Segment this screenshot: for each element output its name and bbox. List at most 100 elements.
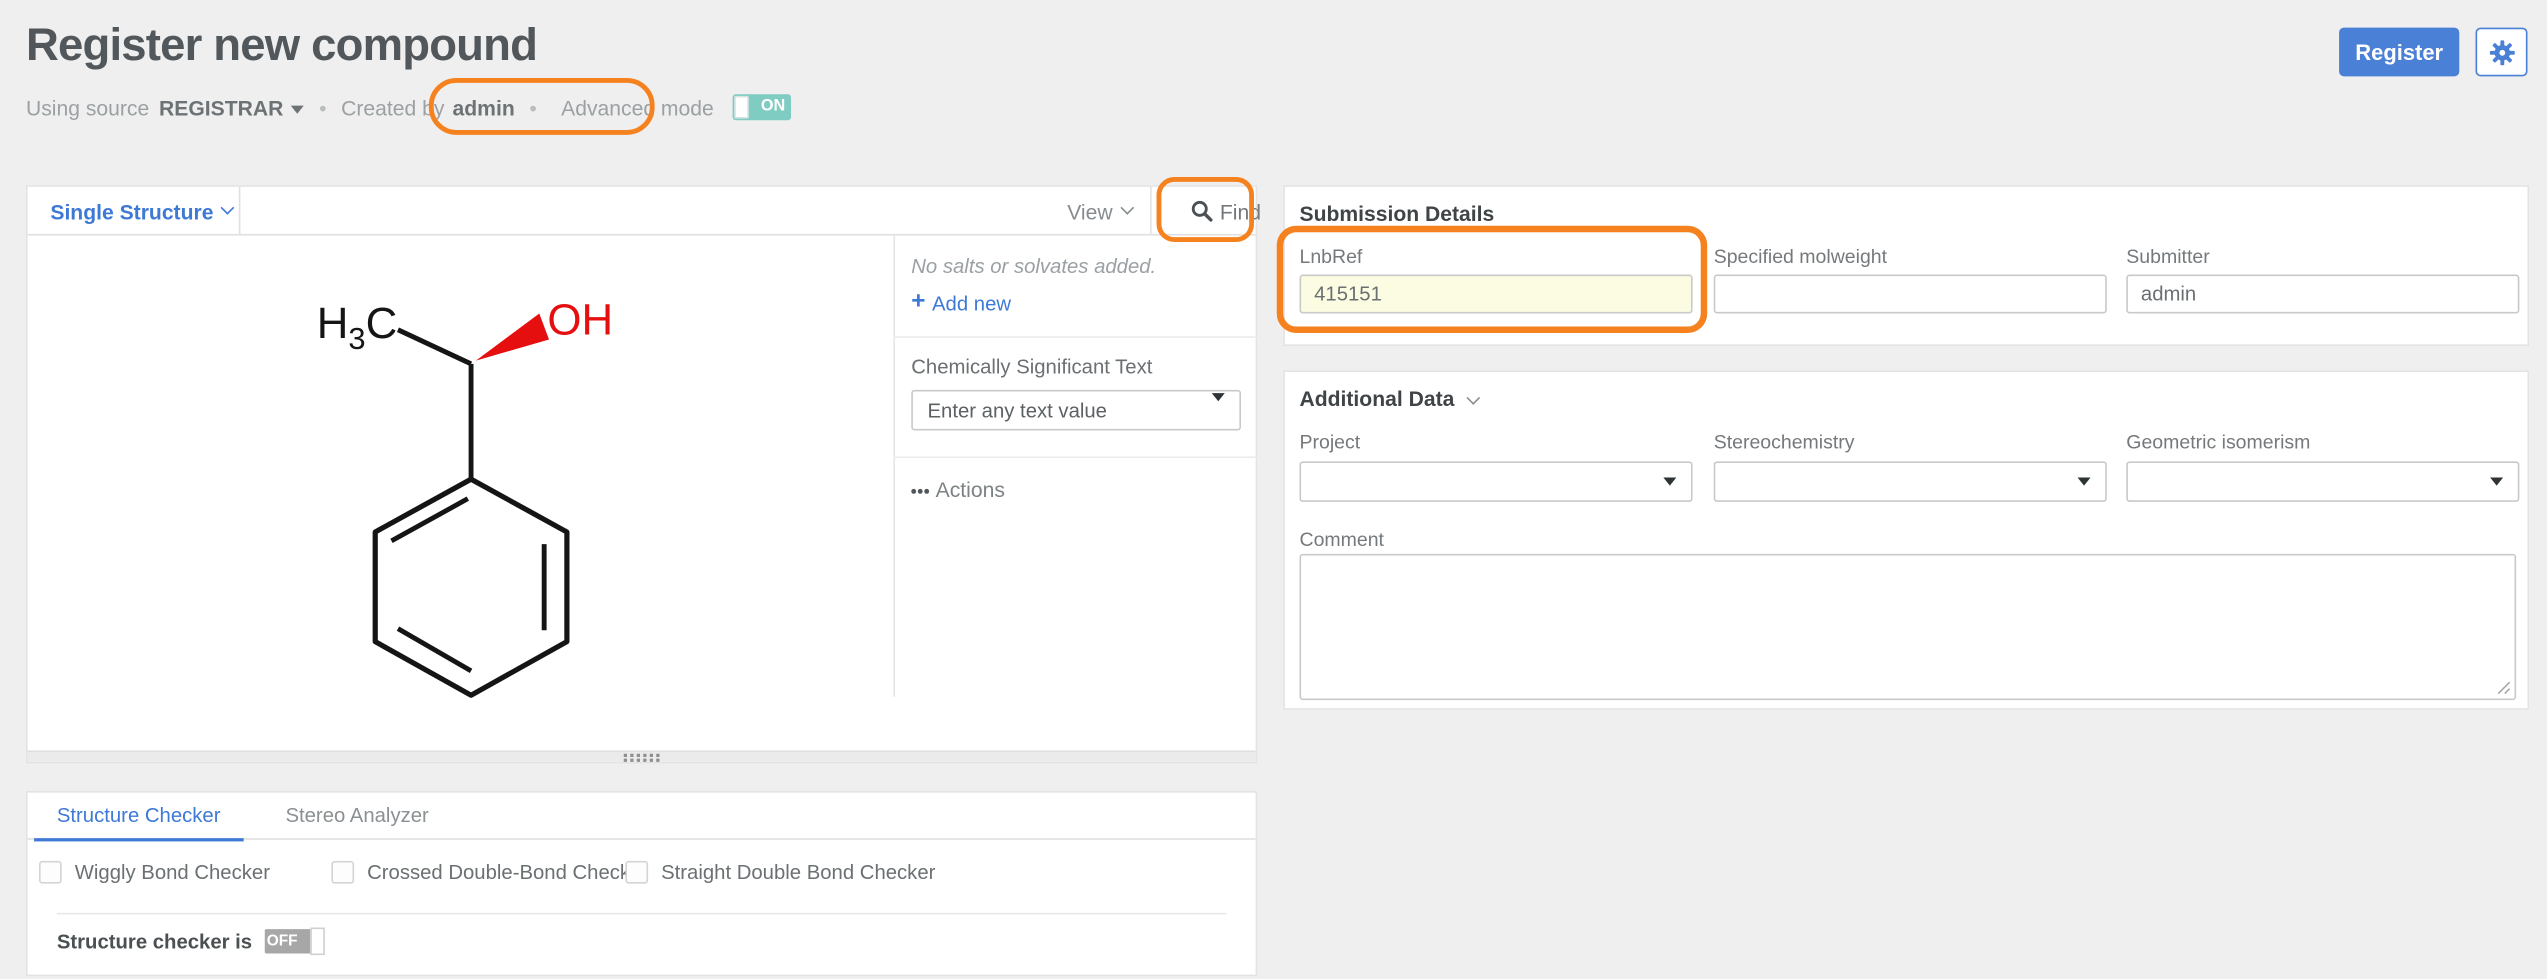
caret-down-icon bbox=[291, 105, 304, 113]
checker-status-row: Structure checker is OFF bbox=[57, 929, 314, 953]
divider bbox=[57, 913, 1227, 915]
chevron-down-icon bbox=[221, 201, 235, 215]
straight-double-bond-checkbox[interactable] bbox=[625, 861, 648, 884]
chevron-down-icon bbox=[1467, 390, 1481, 404]
using-source-label: Using source bbox=[26, 95, 149, 119]
view-menu-button[interactable]: View bbox=[1067, 187, 1132, 236]
toolbar-divider bbox=[1150, 187, 1152, 236]
settings-button[interactable] bbox=[2476, 28, 2528, 77]
methyl-group-label: H3C bbox=[317, 299, 398, 356]
structure-side-column: No salts or solvates added. + Add new Ch… bbox=[893, 236, 1258, 751]
molecule-drawing: H3C OH bbox=[28, 236, 894, 754]
wiggly-bond-checkbox[interactable] bbox=[39, 861, 62, 884]
find-button-label: Find bbox=[1220, 199, 1261, 223]
field-lnbref: LnbRef bbox=[1299, 245, 1692, 313]
advanced-mode-toggle[interactable]: ON bbox=[733, 94, 791, 120]
dot-separator: • bbox=[319, 95, 326, 119]
caret-down-icon bbox=[1663, 478, 1676, 486]
submission-details-title: Submission Details bbox=[1299, 201, 1494, 225]
salts-empty-text: No salts or solvates added. bbox=[911, 255, 1241, 278]
straight-double-bond-label: Straight Double Bond Checker bbox=[661, 861, 935, 884]
comment-textarea[interactable] bbox=[1299, 554, 2516, 700]
divider bbox=[893, 456, 1258, 458]
field-stereochemistry: Stereochemistry bbox=[1714, 430, 2107, 501]
actions-label: Actions bbox=[936, 478, 1005, 502]
page-title: Register new compound bbox=[26, 19, 537, 71]
caret-down-icon bbox=[2490, 478, 2503, 486]
field-submitter: Submitter bbox=[2126, 245, 2519, 313]
view-menu-label: View bbox=[1067, 199, 1112, 223]
header-subtitle: Using source REGISTRAR • Created by admi… bbox=[26, 93, 792, 122]
stereochemistry-select[interactable] bbox=[1714, 461, 2107, 502]
lnbref-label: LnbRef bbox=[1299, 245, 1692, 268]
additional-data-header[interactable]: Additional Data bbox=[1299, 387, 1478, 411]
cst-select[interactable]: Enter any text value bbox=[911, 390, 1241, 431]
project-select[interactable] bbox=[1299, 461, 1692, 502]
project-label: Project bbox=[1299, 430, 1692, 453]
dot-separator: • bbox=[529, 95, 536, 119]
structure-editor-card: Single Structure View Find bbox=[26, 185, 1257, 763]
tab-single-structure-label: Single Structure bbox=[50, 199, 213, 223]
submission-details-card: Submission Details LnbRef Specified molw… bbox=[1283, 185, 2529, 346]
stereo-wedge-bond bbox=[476, 314, 549, 361]
gear-icon bbox=[2488, 38, 2516, 66]
geometric-isomerism-select[interactable] bbox=[2126, 461, 2519, 502]
tab-stereo-analyzer[interactable]: Stereo Analyzer bbox=[263, 792, 452, 839]
resize-bar[interactable] bbox=[28, 750, 1256, 761]
cst-placeholder: Enter any text value bbox=[928, 399, 1107, 422]
checkbox-crossed-double-bond[interactable]: Crossed Double-Bond Checker bbox=[331, 861, 648, 884]
lnbref-input[interactable] bbox=[1299, 275, 1692, 314]
register-button[interactable]: Register bbox=[2339, 28, 2459, 77]
comment-label: Comment bbox=[1299, 528, 1383, 551]
source-value: REGISTRAR bbox=[159, 95, 283, 119]
add-new-link[interactable]: + Add new bbox=[911, 289, 1011, 317]
ellipsis-icon bbox=[911, 489, 916, 494]
submitter-label: Submitter bbox=[2126, 245, 2519, 268]
crossed-double-bond-label: Crossed Double-Bond Checker bbox=[367, 861, 648, 884]
checkbox-wiggly-bond[interactable]: Wiggly Bond Checker bbox=[39, 861, 270, 884]
toggle-knob bbox=[311, 928, 326, 956]
submitter-input[interactable] bbox=[2126, 275, 2519, 314]
advanced-mode-label: Advanced mode bbox=[561, 95, 714, 119]
checker-tabbar: Structure Checker Stereo Analyzer bbox=[28, 793, 1256, 840]
structure-canvas[interactable]: H3C OH bbox=[28, 236, 894, 754]
structure-checker-toggle[interactable]: OFF bbox=[265, 929, 314, 953]
additional-data-title: Additional Data bbox=[1299, 387, 1454, 411]
created-by-value: admin bbox=[453, 95, 515, 119]
search-icon bbox=[1191, 200, 1214, 223]
toggle-state: OFF bbox=[265, 929, 299, 953]
tab-stereo-analyzer-label: Stereo Analyzer bbox=[285, 804, 428, 827]
checker-options-row: Wiggly Bond Checker Crossed Double-Bond … bbox=[28, 861, 1256, 887]
crossed-double-bond-checkbox[interactable] bbox=[331, 861, 354, 884]
field-geometric-isomerism: Geometric isomerism bbox=[2126, 430, 2519, 501]
register-button-label: Register bbox=[2355, 40, 2443, 64]
checker-status-label: Structure checker is bbox=[57, 930, 252, 953]
specified-molweight-input[interactable] bbox=[1714, 275, 2107, 314]
hydroxyl-group-label: OH bbox=[547, 296, 613, 345]
field-project: Project bbox=[1299, 430, 1692, 501]
created-by-label: Created by bbox=[341, 95, 444, 119]
actions-menu-button[interactable]: Actions bbox=[911, 478, 1241, 502]
additional-data-card: Additional Data Project Stereochemistry … bbox=[1283, 370, 2529, 709]
toggle-state: ON bbox=[754, 94, 791, 120]
page: Register new compound Using source REGIS… bbox=[0, 0, 2547, 979]
resize-grip-icon[interactable] bbox=[2497, 681, 2512, 696]
source-dropdown[interactable]: REGISTRAR bbox=[159, 95, 304, 119]
add-new-label: Add new bbox=[932, 292, 1011, 315]
find-button[interactable]: Find bbox=[1191, 187, 1261, 236]
geometric-isomerism-label: Geometric isomerism bbox=[2126, 430, 2519, 453]
cst-label: Chemically Significant Text bbox=[911, 356, 1241, 379]
structure-tabbar: Single Structure View Find bbox=[28, 187, 1256, 236]
field-specified-molweight: Specified molweight bbox=[1714, 245, 2107, 313]
chevron-down-icon bbox=[1120, 201, 1134, 215]
structure-checker-card: Structure Checker Stereo Analyzer Wiggly… bbox=[26, 791, 1257, 976]
tab-structure-checker[interactable]: Structure Checker bbox=[34, 792, 243, 839]
wiggly-bond-label: Wiggly Bond Checker bbox=[75, 861, 270, 884]
caret-down-icon bbox=[2078, 478, 2091, 486]
toggle-knob bbox=[735, 96, 750, 119]
stereochemistry-label: Stereochemistry bbox=[1714, 430, 2107, 453]
drag-handle-icon bbox=[624, 754, 660, 762]
tab-single-structure[interactable]: Single Structure bbox=[28, 187, 241, 236]
checkbox-straight-double-bond[interactable]: Straight Double Bond Checker bbox=[625, 861, 935, 884]
caret-down-icon bbox=[1212, 393, 1225, 401]
